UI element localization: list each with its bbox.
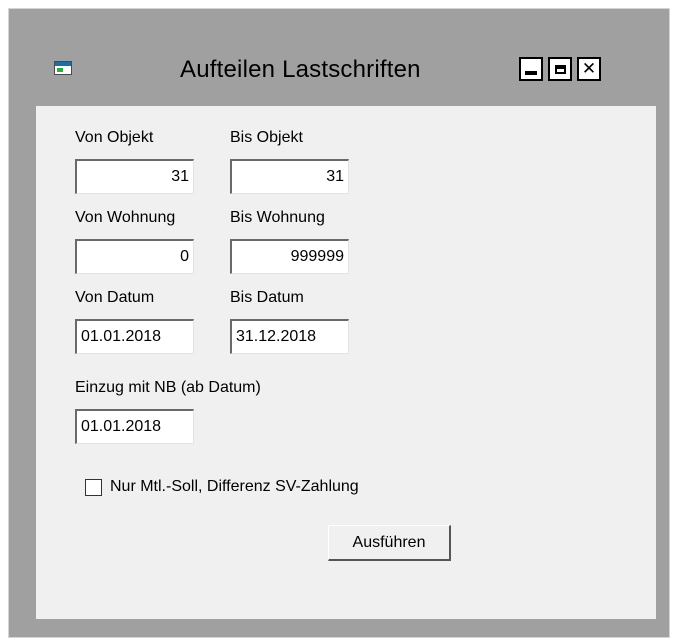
ausfuehren-button[interactable]: Ausführen — [328, 525, 451, 561]
bis-datum-field[interactable] — [230, 319, 349, 354]
dialog-client-area: Von Objekt Bis Objekt Von Wohnung Bis Wo… — [36, 106, 656, 619]
bis-objekt-field[interactable] — [230, 159, 349, 194]
icon-titlebar-strip — [55, 62, 71, 66]
von-objekt-label: Von Objekt — [75, 129, 154, 146]
einzug-datum-field[interactable] — [75, 409, 194, 444]
app-window-icon[interactable] — [54, 61, 72, 75]
von-wohnung-field[interactable] — [75, 239, 194, 274]
nur-mtl-soll-checkbox[interactable] — [85, 479, 102, 496]
icon-body-mark — [57, 68, 63, 72]
von-datum-label: Von Datum — [75, 289, 155, 306]
bis-datum-label: Bis Datum — [230, 289, 304, 306]
close-icon: ✕ — [581, 58, 597, 79]
bis-wohnung-field[interactable] — [230, 239, 349, 274]
bis-objekt-label: Bis Objekt — [230, 129, 303, 146]
von-wohnung-label: Von Wohnung — [75, 209, 176, 226]
bis-wohnung-label: Bis Wohnung — [230, 209, 325, 226]
minimize-icon — [525, 71, 537, 75]
von-objekt-field[interactable] — [75, 159, 194, 194]
maximize-button[interactable] — [548, 57, 572, 81]
desktop: Aufteilen Lastschriften ✕ Von Objekt Bis… — [0, 0, 680, 642]
dialog-window: Aufteilen Lastschriften ✕ Von Objekt Bis… — [8, 8, 670, 638]
maximize-icon — [554, 64, 566, 74]
von-datum-field[interactable] — [75, 319, 194, 354]
einzug-label: Einzug mit NB (ab Datum) — [75, 379, 261, 396]
title-bar[interactable]: Aufteilen Lastschriften ✕ — [34, 34, 659, 106]
nur-mtl-soll-label[interactable]: Nur Mtl.-Soll, Differenz SV-Zahlung — [110, 478, 359, 496]
window-title: Aufteilen Lastschriften — [180, 56, 421, 83]
minimize-button[interactable] — [519, 57, 543, 81]
close-button[interactable]: ✕ — [577, 57, 601, 81]
